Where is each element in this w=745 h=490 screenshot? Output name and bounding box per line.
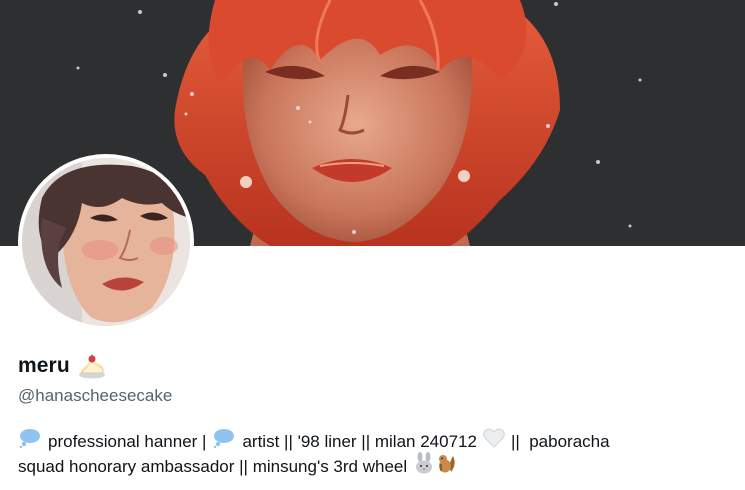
white-heart-icon [483, 428, 505, 455]
chipmunk-icon [435, 452, 457, 481]
profile-name-row: meru [18, 350, 106, 382]
profile-handle: @hanascheesecake [18, 386, 173, 405]
thought-balloon-icon [212, 428, 236, 455]
bio-text-paboracha: || paboracha [510, 432, 610, 451]
profile-avatar[interactable] [18, 154, 194, 330]
bio-line-1: professional hanner | artist || '98 line… [18, 428, 733, 455]
shortcake-emoji-icon [78, 353, 106, 379]
rabbit-icon [413, 452, 435, 481]
bio-text-squad: squad honorary ambassador || minsung's 3… [18, 457, 408, 476]
bio-text-professional: professional hanner | [48, 432, 207, 451]
display-name: meru [18, 354, 70, 377]
avatar-image [22, 158, 190, 326]
bio-text-artist: artist || '98 liner || milan 240712 [242, 432, 477, 451]
profile-bio: professional hanner | artist || '98 line… [18, 428, 733, 481]
bio-line-2: squad honorary ambassador || minsung's 3… [18, 452, 733, 481]
thought-balloon-icon [18, 428, 42, 455]
